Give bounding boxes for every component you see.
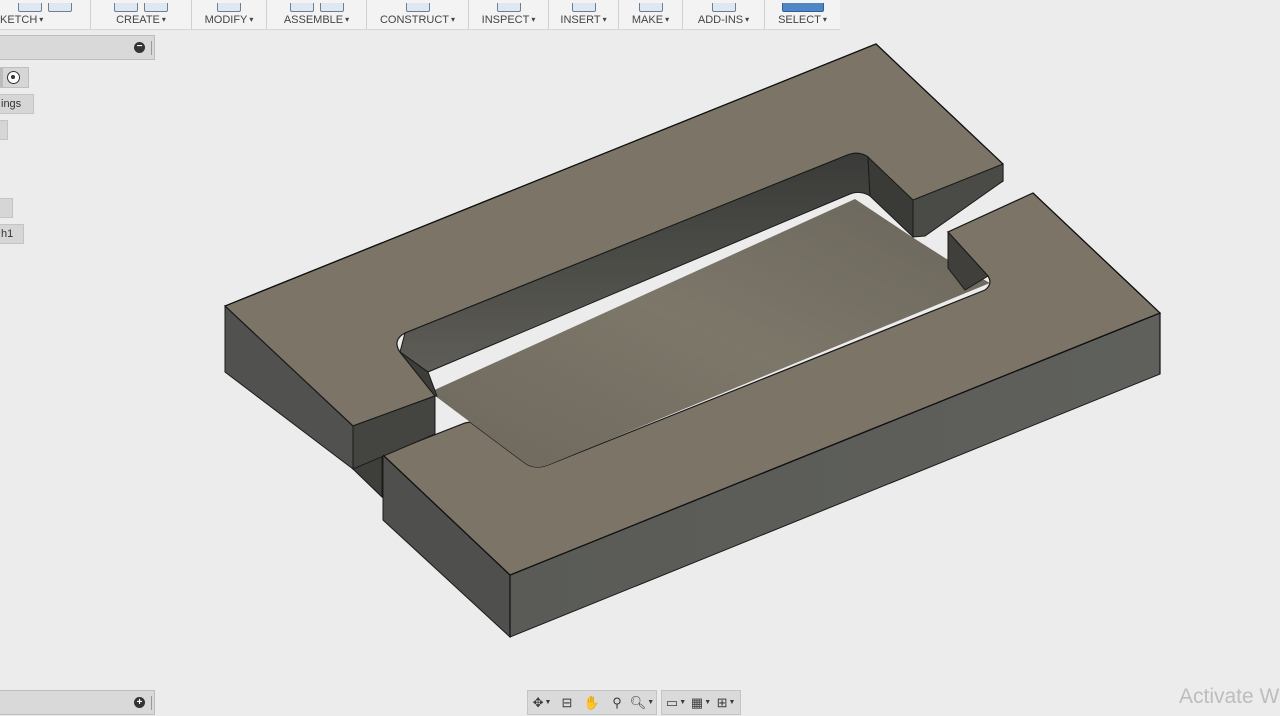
navigation-tools: ✥ ▼ ⊟ ✋ ⚲ 🔍︎ ▼ [527, 690, 657, 715]
press-pull-icon [217, 3, 241, 12]
3d-print-icon [638, 3, 663, 12]
make-menu[interactable]: MAKE ▾ [619, 0, 683, 29]
sketch-icon [18, 3, 42, 12]
chevron-down-icon: ▾ [665, 15, 670, 24]
comments-bar[interactable]: + [0, 690, 155, 715]
revolve-icon [144, 3, 168, 12]
add-comment-icon[interactable]: + [134, 697, 145, 708]
chevron-down-icon: ▾ [249, 15, 254, 24]
chevron-down-icon: ▾ [161, 15, 166, 24]
activate-windows-watermark: Activate W [1179, 685, 1280, 708]
select-label: SELECT [778, 14, 821, 26]
chevron-down-icon: ▾ [602, 15, 607, 24]
orbit-icon[interactable]: ✥ ▼ [532, 694, 552, 711]
chevron-down-icon: ▾ [531, 15, 536, 24]
chevron-down-icon: ▾ [822, 15, 827, 24]
offset-plane-icon [405, 3, 430, 12]
display-settings-icon[interactable]: ▭ ▼ [666, 694, 686, 711]
make-label: MAKE [631, 14, 664, 26]
viewports-icon[interactable]: ⊞ ▼ [716, 694, 736, 711]
new-component-icon [289, 3, 314, 12]
modify-label: MODIFY [204, 14, 248, 26]
panel-grip[interactable] [151, 696, 152, 710]
sketch-label: KETCH [0, 14, 38, 26]
insert-icon [571, 3, 596, 12]
insert-menu[interactable]: INSERT ▾ [549, 0, 619, 29]
pan-icon[interactable]: ✋ [582, 694, 602, 711]
chevron-down-icon: ▾ [345, 15, 350, 24]
sketch-line-icon [48, 3, 72, 12]
construct-menu[interactable]: CONSTRUCT ▾ [367, 0, 469, 29]
select-cursor-icon [781, 3, 824, 12]
add-ins-label: ADD-INS [697, 14, 744, 26]
joint-icon [319, 3, 344, 12]
scripts-icon [711, 3, 736, 12]
extrude-icon [114, 3, 138, 12]
inspect-label: INSPECT [481, 14, 530, 26]
navigation-bar: ✥ ▼ ⊟ ✋ ⚲ 🔍︎ ▼ ▭ ▼ ▦ ▼ ⊞ ▼ [527, 690, 741, 716]
fit-icon[interactable]: 🔍︎ ▼ [630, 694, 654, 711]
create-label: CREATE [116, 14, 160, 26]
inspect-menu[interactable]: INSPECT ▾ [469, 0, 549, 29]
zoom-icon[interactable]: ⚲ [607, 694, 627, 711]
modify-menu[interactable]: MODIFY ▾ [192, 0, 267, 29]
chevron-down-icon: ▾ [745, 15, 750, 24]
display-tools: ▭ ▼ ▦ ▼ ⊞ ▼ [661, 690, 741, 715]
toolbar: KETCH ▾ CREATE ▾ MODIFY ▾ ASSEMBLE ▾ CONSTRU… [0, 0, 840, 30]
create-menu[interactable]: CREATE ▾ [91, 0, 192, 29]
model-render [223, 43, 1162, 639]
construct-label: CONSTRUCT [379, 14, 450, 26]
chevron-down-icon: ▾ [39, 15, 44, 24]
look-at-icon[interactable]: ⊟ [557, 694, 577, 711]
assemble-menu[interactable]: ASSEMBLE ▾ [267, 0, 367, 29]
chevron-down-icon: ▾ [451, 15, 456, 24]
select-menu[interactable]: SELECT ▾ [765, 0, 840, 29]
canvas-viewport[interactable] [0, 29, 1280, 689]
measure-icon [496, 3, 521, 12]
grid-settings-icon[interactable]: ▦ ▼ [691, 694, 711, 711]
insert-label: INSERT [560, 14, 601, 26]
sketch-menu[interactable]: KETCH ▾ [0, 0, 91, 29]
add-ins-menu[interactable]: ADD-INS ▾ [683, 0, 765, 29]
assemble-label: ASSEMBLE [283, 14, 344, 26]
